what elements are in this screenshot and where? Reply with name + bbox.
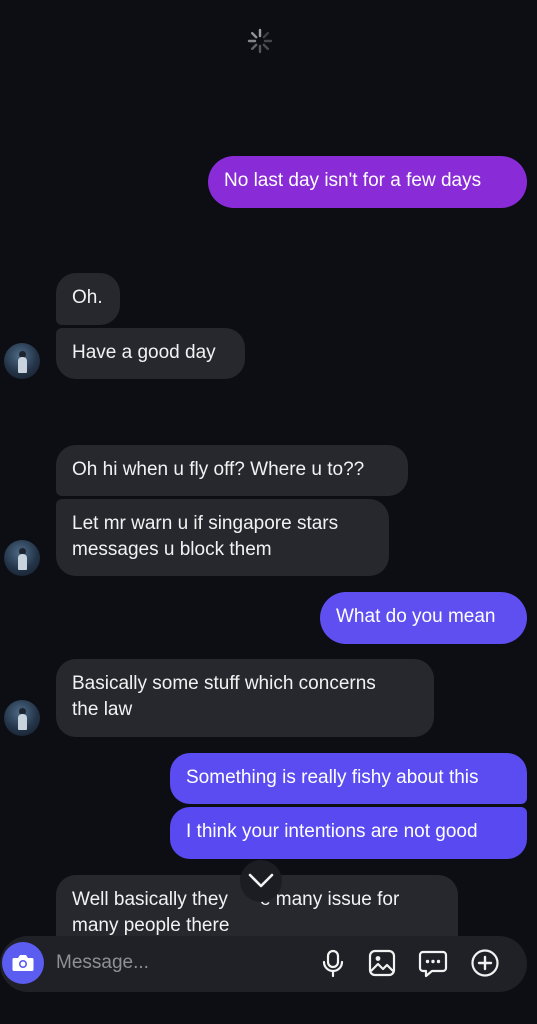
- gallery-button[interactable]: [367, 948, 397, 978]
- more-options-button[interactable]: [470, 948, 500, 978]
- loading-spinner-icon: [247, 28, 273, 54]
- message-composer: Message...: [0, 936, 527, 992]
- outgoing-message[interactable]: I think your intentions are not good: [170, 807, 527, 859]
- image-icon: [368, 949, 396, 977]
- message-input[interactable]: Message...: [56, 952, 149, 974]
- outgoing-message[interactable]: What do you mean: [320, 592, 527, 644]
- incoming-message[interactable]: Have a good day: [56, 328, 245, 379]
- microphone-icon: [322, 949, 344, 978]
- message-text: I think your intentions are not good: [186, 821, 478, 842]
- incoming-message[interactable]: Oh.: [56, 273, 120, 325]
- message-text: e many issue for: [259, 889, 400, 910]
- incoming-message[interactable]: Let mr warn u if singapore stars message…: [56, 499, 389, 576]
- message-text: Oh.: [72, 287, 103, 308]
- outgoing-message[interactable]: Something is really fishy about this: [170, 753, 527, 804]
- avatar[interactable]: [4, 343, 40, 379]
- message-text: Oh hi when u fly off? Where u to??: [72, 459, 365, 480]
- sticker-icon: [418, 950, 448, 978]
- sticker-button[interactable]: [418, 948, 448, 978]
- message-text: Let mr warn u if singapore stars: [72, 513, 339, 534]
- plus-icon: [471, 949, 499, 977]
- message-text: messages u block them: [72, 539, 272, 560]
- message-text: the law: [72, 699, 133, 720]
- outgoing-message[interactable]: No last day isn't for a few days: [208, 156, 527, 208]
- chevron-down-icon: [248, 873, 274, 888]
- scroll-to-bottom-button[interactable]: [240, 860, 282, 902]
- incoming-message[interactable]: Oh hi when u fly off? Where u to??: [56, 445, 408, 496]
- message-text: Well basically they: [72, 889, 228, 910]
- avatar[interactable]: [4, 540, 40, 576]
- incoming-message[interactable]: Basically some stuff which concerns the …: [56, 659, 434, 737]
- message-text: Something is really fishy about this: [186, 767, 479, 788]
- avatar[interactable]: [4, 700, 40, 736]
- message-text: What do you mean: [336, 606, 496, 627]
- microphone-button[interactable]: [318, 948, 348, 978]
- message-text: No last day isn't for a few days: [224, 170, 482, 191]
- camera-icon: [12, 955, 34, 971]
- message-text: Basically some stuff which concerns: [72, 673, 376, 694]
- message-text: Have a good day: [72, 342, 216, 363]
- camera-button[interactable]: [2, 942, 44, 984]
